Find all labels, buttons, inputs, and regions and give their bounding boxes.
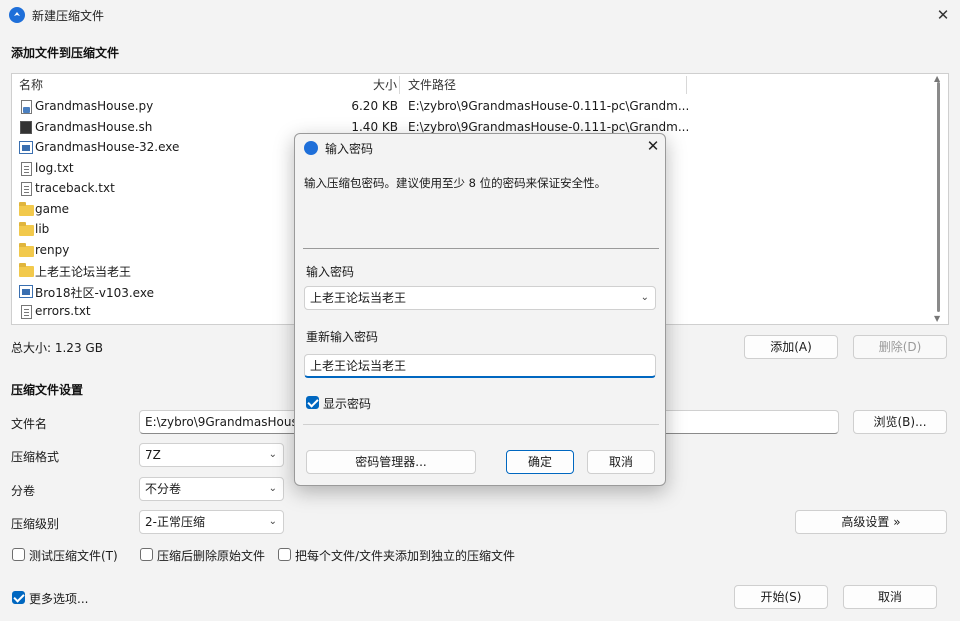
python-file-icon xyxy=(21,100,32,114)
file-name: traceback.txt xyxy=(35,181,115,195)
password-label: 输入密码 xyxy=(306,265,355,279)
password-combobox[interactable]: 上老王论坛当老王 ⌄ xyxy=(304,286,656,310)
scroll-down-arrow-icon[interactable]: ▼ xyxy=(934,314,940,323)
test-archive-checkbox[interactable] xyxy=(12,548,25,561)
level-select[interactable]: 2-正常压缩 ⌄ xyxy=(139,510,284,534)
browse-button[interactable]: 浏览(B)... xyxy=(853,410,947,434)
exe-file-icon xyxy=(19,141,33,154)
dialog-close-icon[interactable]: ✕ xyxy=(643,137,663,155)
test-archive-label[interactable]: 测试压缩文件(T) xyxy=(29,547,118,564)
more-options-label[interactable]: 更多选项... xyxy=(29,590,88,607)
file-name: GrandmasHouse.sh xyxy=(35,119,153,134)
repeat-password-label: 重新输入密码 xyxy=(306,330,379,344)
file-path: t xyxy=(658,304,938,318)
format-select[interactable]: 7Z ⌄ xyxy=(139,443,284,467)
advanced-settings-button[interactable]: 高级设置 » xyxy=(795,510,947,534)
dialog-cancel-button[interactable]: 取消 xyxy=(587,450,655,474)
dialog-divider xyxy=(303,248,659,249)
dialog-logo-icon xyxy=(304,141,318,155)
settings-section-label: 压缩文件设置 xyxy=(11,383,84,397)
split-label: 分卷 xyxy=(11,484,36,498)
files-section-label: 添加文件到压缩文件 xyxy=(11,46,120,60)
file-size: 1.40 KB xyxy=(351,119,398,134)
password-dialog: 输入密码 ✕ 输入压缩包密码。建议使用至少 8 位的密码来保证安全性。 输入密码… xyxy=(294,133,666,486)
file-path: E:\zybro\9GrandmasHouse-0.111-pc\Grandm.… xyxy=(408,99,688,113)
file-name: errors.txt xyxy=(35,304,91,318)
show-password-checkbox[interactable] xyxy=(306,396,319,409)
separate-archives-checkbox[interactable] xyxy=(278,548,291,561)
delete-source-checkbox[interactable] xyxy=(140,548,153,561)
column-header-size[interactable]: 大小 xyxy=(373,74,397,96)
more-options-checkbox[interactable] xyxy=(12,591,25,604)
format-label: 压缩格式 xyxy=(11,450,60,464)
dialog-title: 输入密码 xyxy=(325,142,374,156)
format-select-value: 7Z xyxy=(145,448,161,462)
shell-file-icon xyxy=(20,120,32,134)
file-path: E:\zybro\9GrandmasHouse-0.111-pc\Grandm.… xyxy=(408,119,688,134)
password-manager-button[interactable]: 密码管理器... xyxy=(306,450,476,474)
separate-archives-label[interactable]: 把每个文件/文件夹添加到独立的压缩文件 xyxy=(295,547,515,564)
show-password-label[interactable]: 显示密码 xyxy=(323,395,371,412)
text-file-icon xyxy=(21,305,32,319)
chevron-down-icon: ⌄ xyxy=(268,449,277,460)
file-name: renpy xyxy=(35,242,70,257)
split-select-value: 不分卷 xyxy=(145,482,182,496)
file-list-header: 名称 大小 文件路径 xyxy=(12,74,948,96)
column-header-name[interactable]: 名称 xyxy=(19,74,43,96)
file-name: lib xyxy=(35,222,50,236)
title-bar xyxy=(0,0,960,30)
dialog-footer-divider xyxy=(303,424,659,425)
password-value: 上老王论坛当老王 xyxy=(310,291,407,305)
scrollbar-thumb[interactable] xyxy=(937,82,940,312)
chevron-down-icon: ⌄ xyxy=(640,292,649,303)
level-select-value: 2-正常压缩 xyxy=(145,515,205,529)
folder-icon xyxy=(19,201,34,216)
window-title: 新建压缩文件 xyxy=(32,9,105,23)
file-row[interactable]: GrandmasHouse.py 6.20 KB E:\zybro\9Grandma… xyxy=(12,97,937,118)
cancel-button[interactable]: 取消 xyxy=(843,585,937,609)
file-name: GrandmasHouse-32.exe xyxy=(35,140,180,154)
exe-file-icon xyxy=(19,284,33,298)
total-size-label: 总大小: 1.23 GB xyxy=(11,341,103,355)
level-label: 压缩级别 xyxy=(11,517,60,531)
file-size: 6.20 KB xyxy=(351,99,398,113)
app-logo-icon xyxy=(9,7,25,23)
file-name: log.txt xyxy=(35,160,74,175)
filename-label: 文件名 xyxy=(11,417,48,431)
file-name: GrandmasHouse.py xyxy=(35,99,154,113)
add-button[interactable]: 添加(A) xyxy=(744,335,838,359)
folder-icon xyxy=(19,263,34,277)
ok-button[interactable]: 确定 xyxy=(506,450,574,474)
text-file-icon xyxy=(21,161,32,176)
column-divider[interactable] xyxy=(399,76,400,94)
chevron-down-icon: ⌄ xyxy=(268,483,277,494)
window-close-icon[interactable]: ✕ xyxy=(932,4,954,26)
dialog-description: 输入压缩包密码。建议使用至少 8 位的密码来保证安全性。 xyxy=(304,176,607,190)
text-file-icon xyxy=(21,182,32,196)
start-button[interactable]: 开始(S) xyxy=(734,585,828,609)
file-name: Bro18社区-v103.exe xyxy=(35,285,154,300)
file-name: game xyxy=(35,201,70,216)
delete-button[interactable]: 删除(D) xyxy=(853,335,947,359)
file-name: 上老王论坛当老王 xyxy=(35,265,132,279)
delete-source-label[interactable]: 压缩后删除原始文件 xyxy=(157,547,265,564)
folder-icon xyxy=(19,242,34,257)
split-select[interactable]: 不分卷 ⌄ xyxy=(139,477,284,501)
column-header-path[interactable]: 文件路径 xyxy=(408,74,456,96)
folder-icon xyxy=(19,222,34,236)
repeat-password-input[interactable]: 上老王论坛当老王 xyxy=(304,354,656,378)
chevron-down-icon: ⌄ xyxy=(268,516,277,527)
column-divider[interactable] xyxy=(686,76,687,94)
